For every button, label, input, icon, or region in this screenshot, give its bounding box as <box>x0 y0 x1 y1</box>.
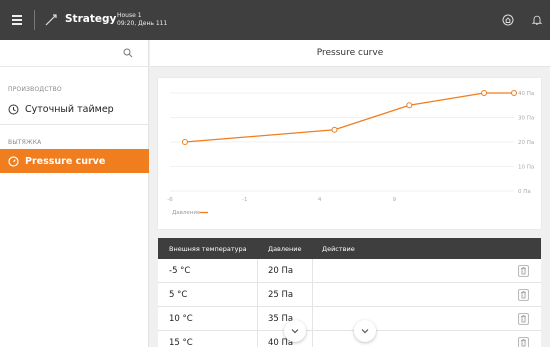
trash-icon[interactable] <box>518 289 529 301</box>
bell-icon[interactable] <box>531 14 543 26</box>
trash-icon[interactable] <box>518 313 529 325</box>
sidebar-item-label: Суточный таймер <box>25 103 114 115</box>
sidebar: ПРОИЗВОДСТВО Суточный таймер ВЫТЯЖКА Pre… <box>0 40 149 347</box>
column-header-action: Действие <box>322 245 355 253</box>
column-header-pressure: Давление <box>268 245 302 253</box>
column-header-temperature: Внешняя температура <box>169 245 247 253</box>
strategy-logo-icon <box>45 14 57 26</box>
sidebar-search[interactable] <box>0 40 148 67</box>
scroll-down-button[interactable] <box>284 320 306 342</box>
legend-label: Давление <box>172 210 201 216</box>
table-row[interactable]: -5 °C 20 Па <box>158 259 541 283</box>
sidebar-item-pressure-curve[interactable]: Pressure curve <box>0 149 149 173</box>
data-point <box>181 139 188 145</box>
house-status-icon[interactable] <box>502 14 514 26</box>
chevron-down-icon <box>291 329 299 334</box>
cell-temperature: 10 °C <box>169 314 193 324</box>
table-row[interactable]: 5 °C 25 Па <box>158 283 541 307</box>
page-title: Pressure curve <box>150 40 550 67</box>
x-tick-label: 4 <box>318 197 322 203</box>
house-time: 09:20, День 111 <box>117 20 168 27</box>
x-tick-label: 9 <box>393 197 397 203</box>
topbar-divider <box>34 10 35 30</box>
sidebar-section-exhaust: ВЫТЯЖКА <box>8 139 42 146</box>
y-tick-label: 0 Па <box>518 189 531 195</box>
chevron-down-icon <box>361 329 369 334</box>
search-icon[interactable] <box>123 48 133 58</box>
y-tick-label: 20 Па <box>518 140 534 146</box>
top-bar: Strategy House 1 09:20, День 111 <box>0 0 550 40</box>
cell-temperature: 15 °C <box>169 338 193 347</box>
table-row[interactable]: 15 °C 40 Па <box>158 331 541 347</box>
y-tick-label: 40 Па <box>518 91 534 97</box>
trash-icon[interactable] <box>518 337 529 347</box>
gauge-icon <box>8 155 19 167</box>
cell-temperature: -5 °C <box>169 266 191 276</box>
menu-icon[interactable] <box>12 12 26 28</box>
sidebar-item-daily-timer[interactable]: Суточный таймер <box>0 97 149 121</box>
sidebar-divider <box>0 124 149 125</box>
y-tick-label: 30 Па <box>518 116 534 122</box>
y-tick-label: 10 Па <box>518 165 534 171</box>
app-title: Strategy <box>65 13 117 25</box>
clock-icon <box>8 104 19 115</box>
table-header: Внешняя температура Давление Действие <box>158 238 541 259</box>
data-point <box>511 90 517 96</box>
sidebar-section-production: ПРОИЗВОДСТВО <box>8 86 62 93</box>
table-row[interactable]: 10 °C 35 Па <box>158 307 541 331</box>
house-name: House 1 <box>117 12 142 19</box>
scroll-down-button-secondary[interactable] <box>354 320 376 342</box>
pressure-table: Внешняя температура Давление Действие -5… <box>158 238 541 347</box>
pressure-chart: 0 Па 10 Па 20 Па 30 Па 40 Па -6 -1 4 9 Давление <box>167 90 534 216</box>
x-tick-label: -1 <box>242 197 247 203</box>
data-point <box>406 102 413 109</box>
cell-pressure: 25 Па <box>268 290 294 300</box>
sidebar-item-label: Pressure curve <box>25 155 106 167</box>
pressure-chart-card: 0 Па 10 Па 20 Па 30 Па 40 Па -6 -1 4 9 Давление <box>158 78 541 229</box>
trash-icon[interactable] <box>518 265 529 277</box>
cell-pressure: 20 Па <box>268 266 294 276</box>
house-info[interactable]: House 1 09:20, День 111 <box>117 12 167 28</box>
data-point <box>331 126 338 133</box>
x-tick-label: -6 <box>167 197 173 203</box>
cell-temperature: 5 °C <box>169 290 188 300</box>
data-point <box>481 90 488 96</box>
